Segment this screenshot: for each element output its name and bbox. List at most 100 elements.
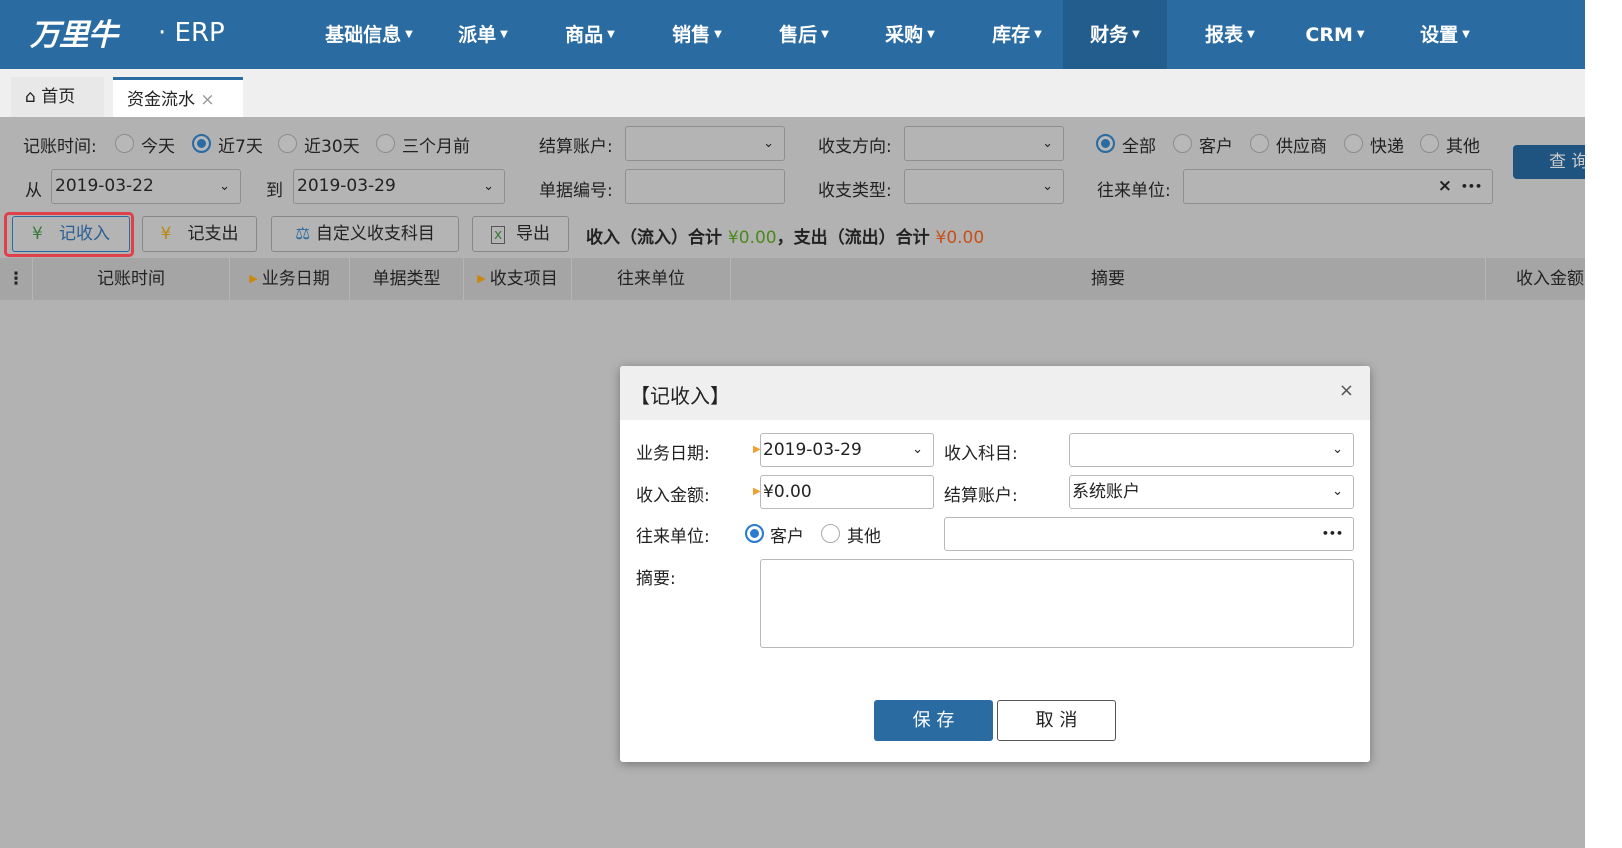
subject-label: 收入科目: <box>944 444 1018 464</box>
radio-3months-label: 三个月前 <box>402 137 470 157</box>
radio-7days[interactable] <box>192 134 211 153</box>
col-item[interactable]: ▶ 收支项目 <box>464 258 572 300</box>
scale-icon: ⚖ <box>295 224 311 244</box>
col-summary[interactable]: 摘要 <box>731 258 1486 300</box>
chevron-down-icon: ⌄ <box>1332 484 1343 499</box>
tab-fund-flow[interactable]: 资金流水 × <box>113 77 243 117</box>
radio-customer-label: 客户 <box>770 527 804 547</box>
nav-item-purchase[interactable]: 采购 ▼ <box>872 0 948 69</box>
radio-supplier[interactable] <box>1250 134 1269 153</box>
summary-label: 摘要: <box>636 569 676 589</box>
nav-item-sales[interactable]: 销售 ▼ <box>659 0 735 69</box>
totals-summary: 收入（流入）合计 ¥0.00，支出（流出）合计 ¥0.00 <box>586 228 985 248</box>
radio-customer[interactable] <box>745 524 764 543</box>
more-icon[interactable]: ••• <box>1461 170 1482 203</box>
record-income-dialog: 【记收入】 × 业务日期: ▶ 2019-03-29 ⌄ 收入科目: ⌄ 收入金额… <box>620 366 1370 762</box>
unit-label: 往来单位: <box>1097 181 1171 201</box>
radio-other[interactable] <box>821 524 840 543</box>
income-total: ¥0.00 <box>727 228 777 248</box>
radio-30days-label: 近30天 <box>304 137 360 157</box>
chevron-down-icon: ⌄ <box>219 179 230 194</box>
from-label: 从 <box>25 181 42 201</box>
date-label: 业务日期: <box>636 444 710 464</box>
unit-label: 往来单位: <box>636 527 710 547</box>
chevron-down-icon: ⌄ <box>912 442 923 457</box>
chevron-down-icon: ⌄ <box>763 136 774 151</box>
chevron-down-icon: ⌄ <box>1042 136 1053 151</box>
col-business-date[interactable]: ▶ 业务日期 <box>230 258 350 300</box>
subject-select[interactable]: ⌄ <box>1069 433 1354 467</box>
tab-bar: ⌂ 首页 资金流水 × <box>0 69 1585 117</box>
top-navbar: 万里牛 · ERP 基础信息 ▼ 派单 ▼ 商品 ▼ 销售 ▼ 售后 ▼ 采购 ▼ 库存 ▼ … <box>0 0 1585 69</box>
custom-subjects-button[interactable]: ⚖ 自定义收支科目 <box>271 216 459 252</box>
radio-customer[interactable] <box>1173 134 1192 153</box>
dialog-header: 【记收入】 × <box>620 366 1370 420</box>
nav-item-settings[interactable]: 设置 ▼ <box>1407 0 1483 69</box>
nav-item-reports[interactable]: 报表 ▼ <box>1192 0 1268 69</box>
radio-other-label: 其他 <box>1446 137 1480 157</box>
radio-express-label: 快递 <box>1370 137 1404 157</box>
nav-item-finance[interactable]: 财务 ▼ <box>1063 0 1167 69</box>
close-tab-icon[interactable]: × <box>200 90 214 110</box>
yen-icon: ¥ <box>160 224 172 244</box>
radio-30days[interactable] <box>278 134 297 153</box>
unit-input[interactable]: ••• <box>944 517 1354 551</box>
table-header: ⋮ 记账时间 ▶ 业务日期 单据类型 ▶ 收支项目 往来单位 摘要 收入金额 <box>0 258 1585 300</box>
col-doc-type[interactable]: 单据类型 <box>350 258 464 300</box>
radio-3months[interactable] <box>376 134 395 153</box>
radio-express[interactable] <box>1344 134 1363 153</box>
radio-supplier-label: 供应商 <box>1276 137 1327 157</box>
chevron-down-icon: ⌄ <box>1332 442 1343 457</box>
to-date-select[interactable]: 2019-03-29 ⌄ <box>293 169 505 204</box>
direction-label: 收支方向: <box>818 137 892 157</box>
date-select[interactable]: 2019-03-29 ⌄ <box>760 433 934 467</box>
logo: 万里牛 <box>30 18 118 53</box>
cancel-button[interactable]: 取 消 <box>997 700 1116 741</box>
sort-icon: ▶ <box>249 272 258 285</box>
nav-item-dispatch[interactable]: 派单 ▼ <box>445 0 521 69</box>
radio-other-label: 其他 <box>847 527 881 547</box>
doc-no-input[interactable] <box>625 169 785 204</box>
account-select[interactable]: 系统账户 ⌄ <box>1069 475 1354 509</box>
col-income-amount[interactable]: 收入金额 <box>1486 258 1585 300</box>
clear-icon[interactable]: × <box>1438 170 1452 203</box>
radio-other[interactable] <box>1420 134 1439 153</box>
nav-item-crm[interactable]: CRM ▼ <box>1295 0 1375 69</box>
direction-select[interactable]: ⌄ <box>904 126 1064 161</box>
radio-all-label: 全部 <box>1122 137 1156 157</box>
account-select[interactable]: ⌄ <box>625 126 785 161</box>
record-income-button[interactable]: ¥ 记收入 <box>12 216 130 252</box>
yen-icon: ¥ <box>31 224 43 244</box>
radio-today-label: 今天 <box>141 137 175 157</box>
tab-home[interactable]: ⌂ 首页 <box>11 77 104 117</box>
from-date-select[interactable]: 2019-03-22 ⌄ <box>51 169 241 204</box>
record-expense-button[interactable]: ¥ 记支出 <box>142 216 257 252</box>
radio-customer-label: 客户 <box>1199 137 1233 157</box>
nav-item-basic-info[interactable]: 基础信息 ▼ <box>318 0 420 69</box>
doc-no-label: 单据编号: <box>539 181 613 201</box>
save-button[interactable]: 保 存 <box>874 700 993 741</box>
type-select[interactable]: ⌄ <box>904 169 1064 204</box>
chevron-down-icon: ⌄ <box>483 179 494 194</box>
unit-input[interactable]: × ••• <box>1183 169 1493 204</box>
time-label: 记账时间: <box>23 137 97 157</box>
account-label: 结算账户: <box>539 137 613 157</box>
nav-item-after-sales[interactable]: 售后 ▼ <box>766 0 842 69</box>
more-icon[interactable]: ••• <box>1322 518 1343 550</box>
nav-item-goods[interactable]: 商品 ▼ <box>552 0 628 69</box>
dialog-close-icon[interactable]: × <box>1339 380 1354 401</box>
radio-all[interactable] <box>1096 134 1115 153</box>
excel-file-icon: x <box>490 226 506 244</box>
account-label: 结算账户: <box>944 486 1018 506</box>
brand-erp: · ERP <box>158 18 225 48</box>
export-button[interactable]: x 导出 <box>472 216 569 252</box>
nav-item-inventory[interactable]: 库存 ▼ <box>979 0 1055 69</box>
amount-input[interactable]: ¥0.00 <box>760 475 934 509</box>
col-record-time[interactable]: 记账时间 <box>33 258 230 300</box>
to-label: 到 <box>266 181 283 201</box>
column-menu-icon[interactable]: ⋮ <box>0 258 33 300</box>
query-button[interactable]: 查 询 <box>1513 145 1585 179</box>
radio-today[interactable] <box>115 134 134 153</box>
col-unit[interactable]: 往来单位 <box>572 258 731 300</box>
summary-textarea[interactable] <box>760 559 1354 648</box>
